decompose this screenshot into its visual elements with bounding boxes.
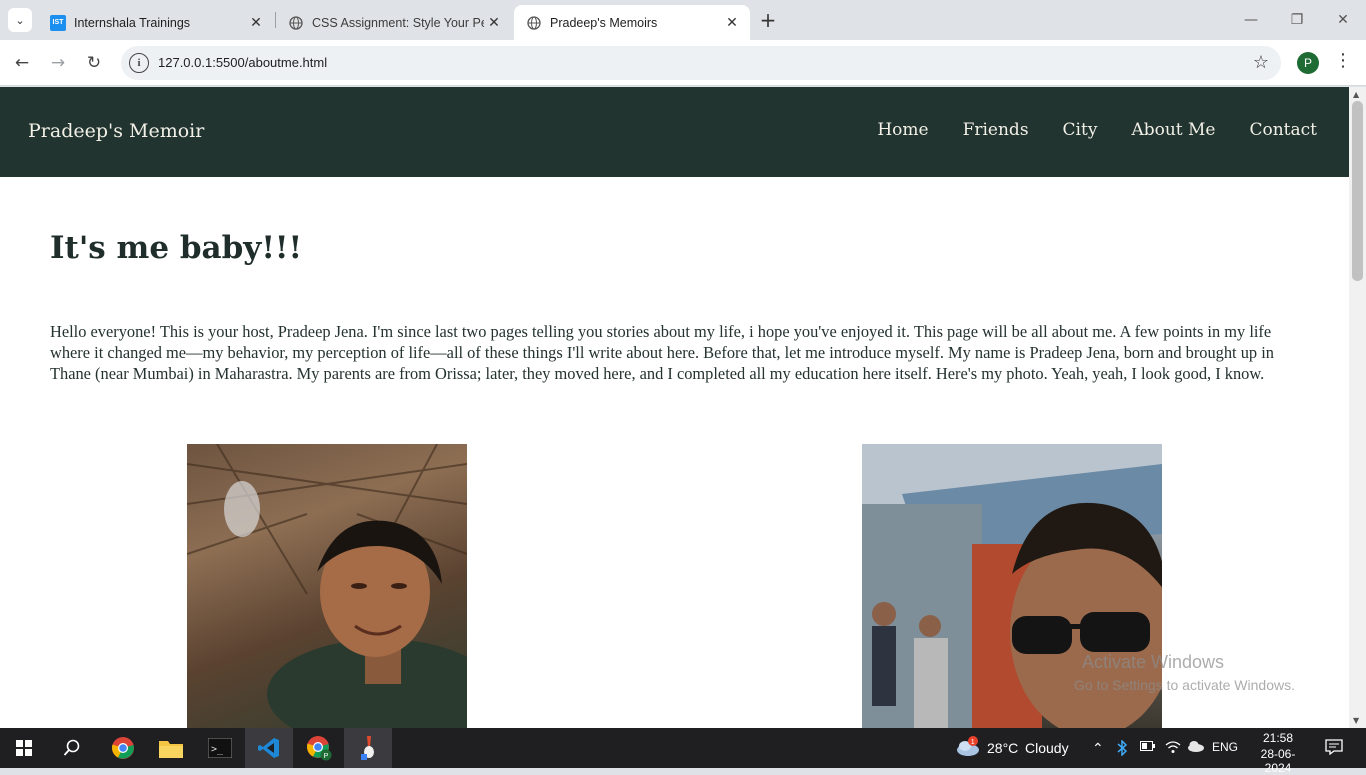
start-button[interactable]	[0, 728, 48, 768]
reload-button[interactable]: ↻	[80, 49, 108, 77]
search-icon	[63, 739, 80, 756]
arrow-left-icon: ←	[14, 53, 30, 73]
close-tab-icon[interactable]: ✕	[722, 13, 742, 33]
scroll-up-icon[interactable]: ▲	[1353, 90, 1359, 99]
url-text[interactable]: 127.0.0.1:5500/aboutme.html	[158, 55, 327, 70]
tab-strip: ⌄ IST Internshala Trainings ✕ CSS Assign…	[0, 0, 1366, 40]
cloudy-weather-icon: 1	[957, 736, 979, 756]
taskbar-chrome-profile[interactable]: P	[295, 728, 343, 768]
tab-pradeeps-memoirs[interactable]: Pradeep's Memoirs ✕	[514, 5, 750, 40]
nav-link-city[interactable]: City	[1063, 120, 1098, 140]
weather-desc: Cloudy	[1025, 740, 1069, 756]
tab-search-button[interactable]: ⌄	[8, 8, 32, 32]
scrollbar-thumb[interactable]	[1352, 101, 1363, 281]
nav-link-contact[interactable]: Contact	[1249, 120, 1317, 140]
search-button[interactable]	[48, 728, 96, 768]
vscode-icon	[258, 738, 279, 758]
nav-links: Home Friends City About Me Contact	[877, 120, 1317, 140]
bluetooth-icon[interactable]	[1116, 739, 1128, 759]
site-info-icon[interactable]: i	[129, 53, 149, 73]
clock-date: 28-06-2024	[1260, 747, 1296, 775]
taskbar-chrome[interactable]	[99, 728, 147, 768]
close-tab-icon[interactable]: ✕	[246, 13, 266, 33]
weather-badge: 1	[971, 739, 975, 746]
chevron-up-icon[interactable]: ⌃	[1092, 740, 1104, 757]
nav-link-friends[interactable]: Friends	[963, 120, 1029, 140]
onedrive-icon[interactable]	[1187, 740, 1205, 755]
language-indicator[interactable]: ENG	[1212, 740, 1238, 754]
new-tab-button[interactable]: +	[756, 8, 780, 32]
more-menu-icon[interactable]: ⋮	[1334, 50, 1352, 71]
restore-button[interactable]: ❐	[1274, 0, 1320, 40]
arrow-right-icon: →	[50, 53, 66, 73]
intro-paragraph: Hello everyone! This is your host, Prade…	[50, 322, 1274, 383]
tab-title: Internshala Trainings	[74, 15, 191, 30]
profile-avatar[interactable]: P	[1297, 52, 1319, 74]
minimize-button[interactable]: —	[1228, 0, 1274, 40]
close-tab-icon[interactable]: ✕	[484, 13, 504, 33]
taskbar-vscode[interactable]	[245, 728, 293, 768]
minimize-icon: —	[1244, 12, 1258, 28]
photo-selfie-bamboo	[187, 444, 467, 728]
clock-time: 21:58	[1262, 731, 1294, 745]
page-viewport: Pradeep's Memoir Home Friends City About…	[0, 87, 1366, 728]
watermark-title: Activate Windows	[1082, 652, 1225, 672]
notifications-icon[interactable]	[1325, 739, 1343, 758]
tab-title: CSS Assignment: Style Your Pers	[312, 15, 484, 30]
tab-internshala[interactable]: IST Internshala Trainings ✕	[38, 5, 274, 40]
reload-icon: ↻	[86, 53, 102, 73]
globe-icon	[526, 15, 542, 31]
wifi-icon[interactable]	[1165, 740, 1181, 757]
bookmark-star-icon[interactable]: ☆	[1253, 52, 1269, 73]
clock[interactable]: 21:58 28-06-2024	[1248, 731, 1308, 775]
tab-title: Pradeep's Memoirs	[550, 15, 658, 30]
windows-icon	[16, 740, 32, 756]
terminal-icon: >_	[208, 738, 232, 758]
scroll-down-icon[interactable]: ▼	[1353, 716, 1359, 725]
tab-css-assignment[interactable]: CSS Assignment: Style Your Pers ✕	[276, 5, 512, 40]
taskbar: >_ P 1 28°C Cloudy ⌃ ENG 21:58 28-06-202…	[0, 728, 1366, 775]
close-window-button[interactable]: ✕	[1320, 0, 1366, 40]
close-icon: ✕	[1337, 12, 1349, 28]
page-scrollbar[interactable]: ▲ ▼	[1349, 87, 1366, 728]
plus-icon: +	[759, 8, 777, 32]
chrome-icon	[112, 737, 134, 759]
restore-icon: ❐	[1290, 12, 1304, 28]
nav-link-home[interactable]: Home	[877, 120, 928, 140]
svg-text:>_: >_	[211, 744, 224, 755]
activate-windows-watermark: Activate Windows Go to Settings to activ…	[1074, 652, 1295, 693]
address-bar[interactable]: i 127.0.0.1:5500/aboutme.html ☆	[121, 46, 1281, 80]
chevron-down-icon: ⌄	[15, 13, 25, 27]
page-title: It's me baby!!!	[50, 230, 303, 266]
internshala-favicon-icon: IST	[50, 14, 66, 31]
browser-toolbar: ← → ↻ i 127.0.0.1:5500/aboutme.html ☆ P …	[0, 40, 1366, 86]
site-navbar: Pradeep's Memoir Home Friends City About…	[0, 87, 1349, 177]
battery-icon[interactable]	[1140, 740, 1156, 755]
globe-icon	[288, 15, 304, 31]
taskbar-paint[interactable]	[344, 728, 392, 768]
weather-temp: 28°C	[987, 740, 1019, 756]
nav-link-about-me[interactable]: About Me	[1131, 120, 1215, 140]
chrome-profile-icon: P	[307, 736, 332, 761]
folder-icon	[159, 741, 183, 758]
paint-icon	[361, 736, 374, 760]
svg-text:P: P	[324, 753, 329, 760]
forward-button[interactable]: →	[44, 49, 72, 77]
taskbar-file-explorer[interactable]	[147, 728, 195, 768]
taskbar-terminal[interactable]: >_	[196, 728, 244, 768]
back-button[interactable]: ←	[8, 49, 36, 77]
watermark-subtitle: Go to Settings to activate Windows.	[1074, 677, 1295, 693]
site-brand[interactable]: Pradeep's Memoir	[28, 120, 204, 142]
weather-widget[interactable]: 1	[955, 736, 981, 761]
